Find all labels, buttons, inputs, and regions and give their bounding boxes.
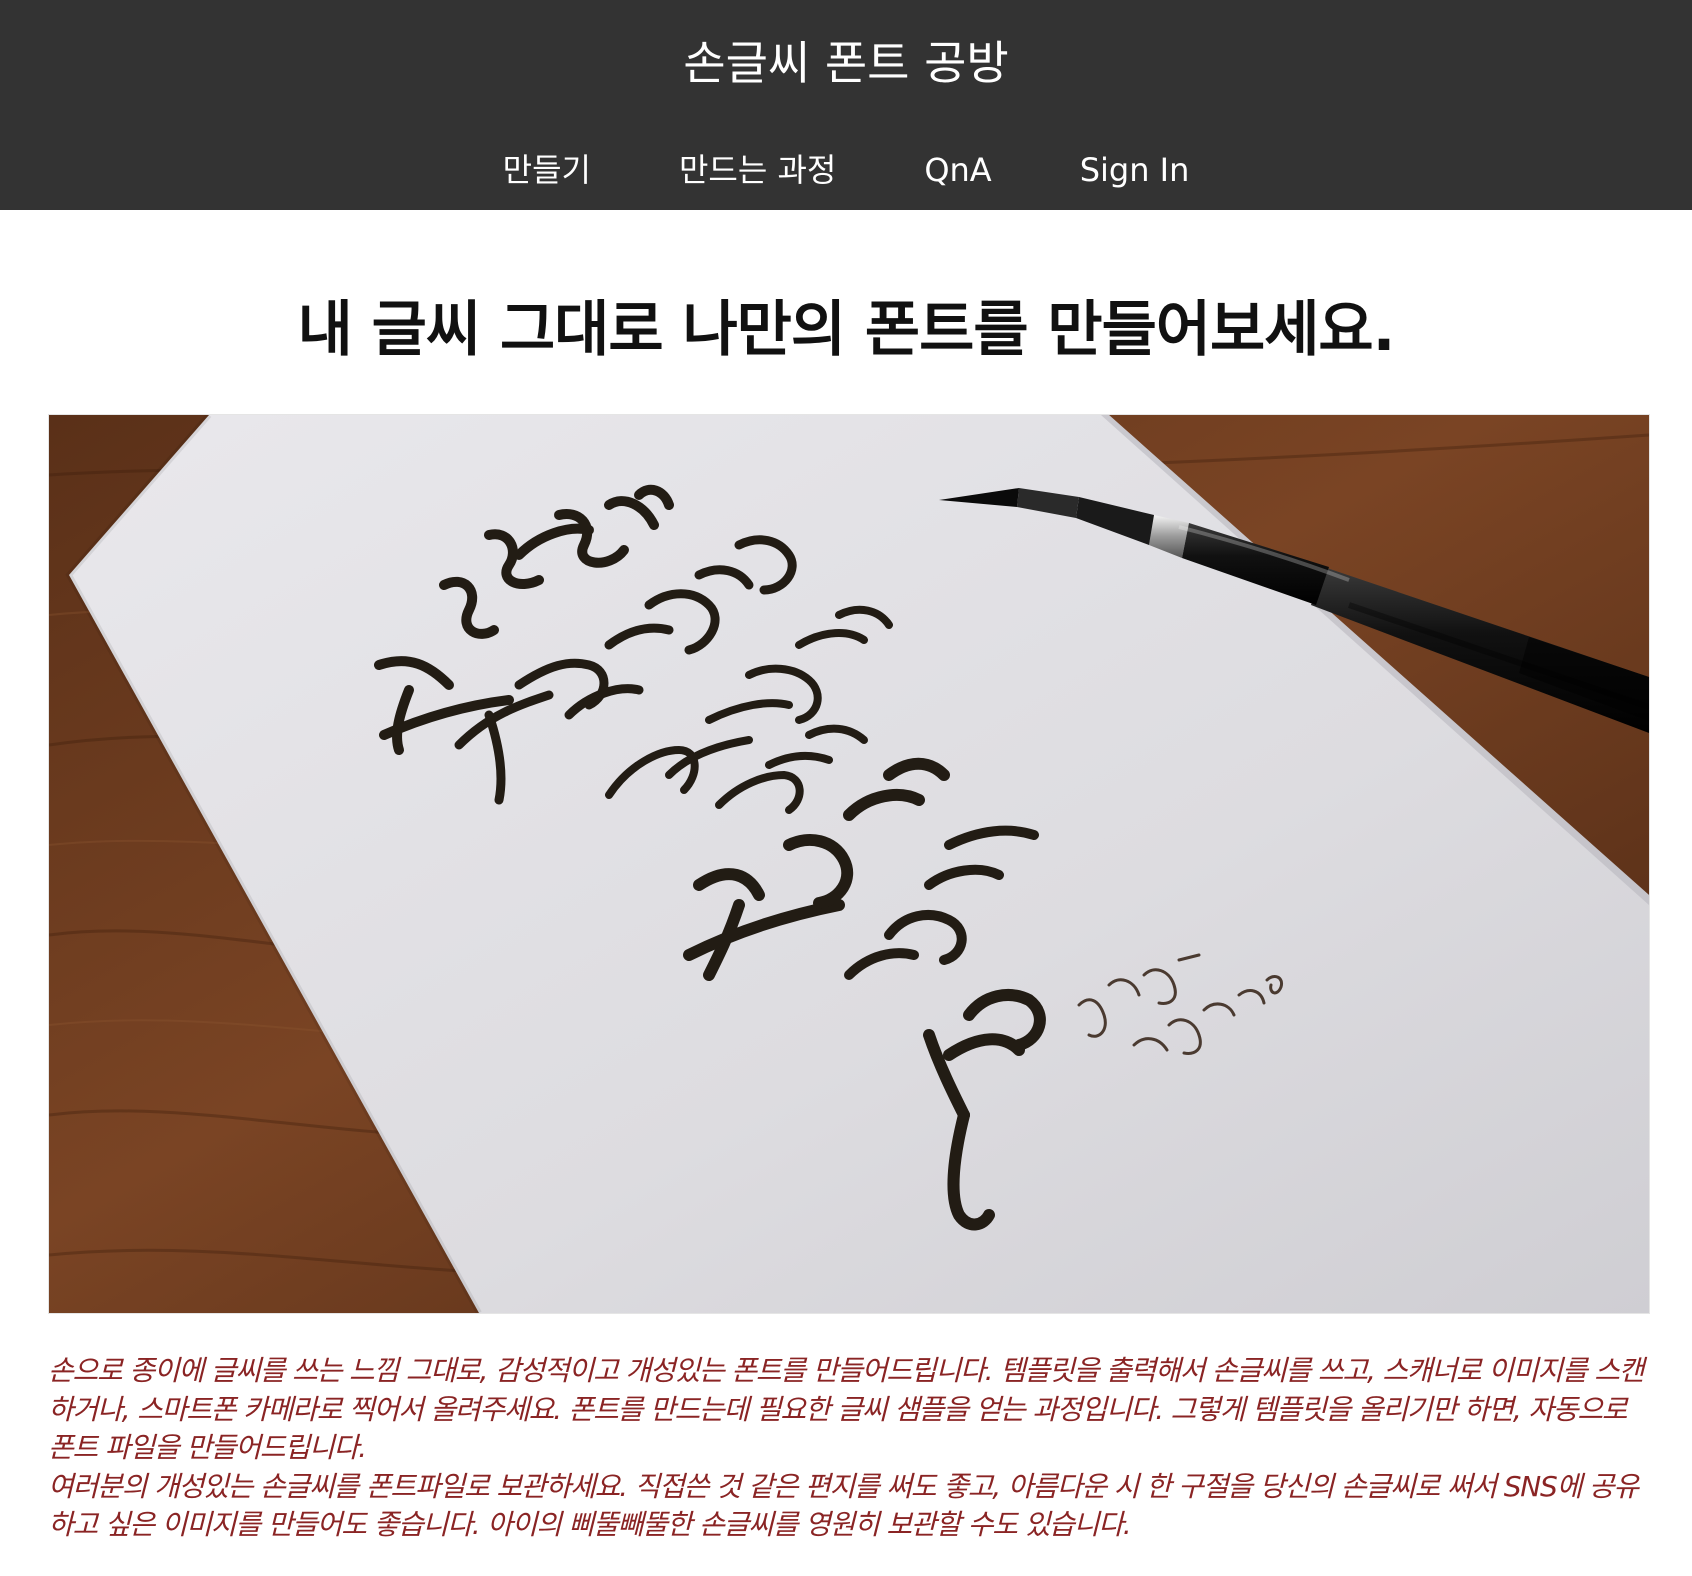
description-paragraph-2: 여러분의 개성있는 손글씨를 폰트파일로 보관하세요. 직접쓴 것 같은 편지를… [48,1469,1639,1542]
nav-link-process[interactable]: 만드는 과정 [635,140,880,200]
nav-menu: 만들기 만드는 과정 QnA Sign In [0,140,1692,200]
brand-title[interactable]: 손글씨 폰트 공방 [0,28,1692,98]
nav-link-qna[interactable]: QnA [880,140,1035,200]
description-paragraph-1: 손으로 종이에 글씨를 쓰는 느낌 그대로, 감성적이고 개성있는 폰트를 만들… [48,1354,1645,1464]
top-navbar: 손글씨 폰트 공방 만들기 만드는 과정 QnA Sign In [0,0,1692,210]
nav-link-make[interactable]: 만들기 [459,140,635,200]
description-text: 손으로 종이에 글씨를 쓰는 느낌 그대로, 감성적이고 개성있는 폰트를 만들… [48,1352,1648,1545]
calligraphy-photo [49,415,1649,1313]
hero-image [48,414,1650,1314]
nav-link-sign-in[interactable]: Sign In [1036,140,1234,200]
page-headline: 내 글씨 그대로 나만의 폰트를 만들어보세요. [297,295,1396,365]
